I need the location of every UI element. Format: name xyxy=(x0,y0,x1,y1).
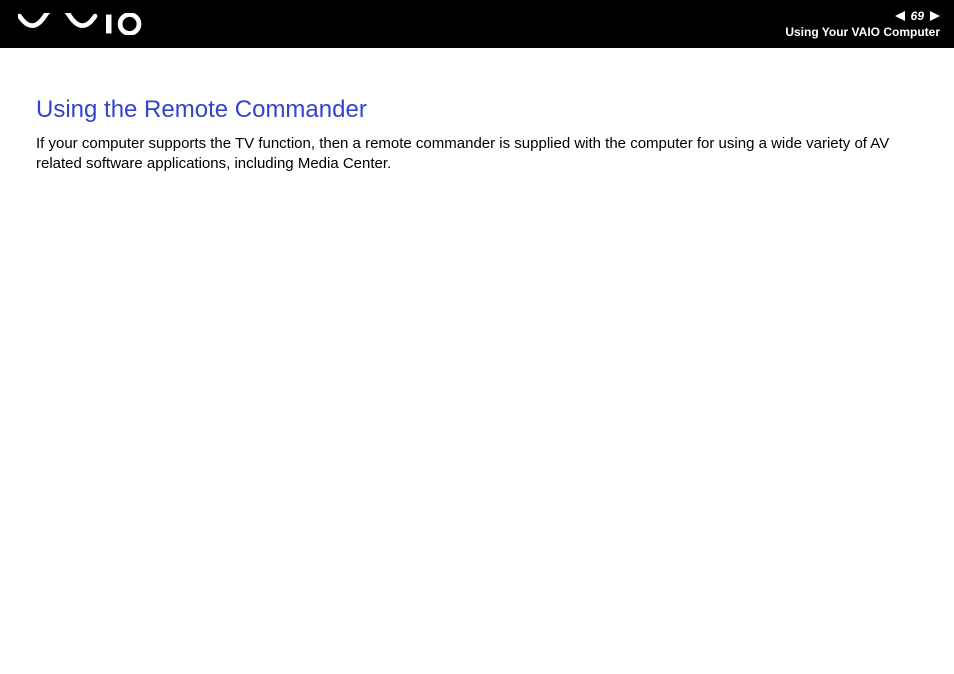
page-heading: Using the Remote Commander xyxy=(36,96,918,124)
previous-page-arrow-icon[interactable] xyxy=(895,11,905,21)
page-header: 69 Using Your VAIO Computer xyxy=(0,0,954,48)
header-right: 69 Using Your VAIO Computer xyxy=(785,9,940,39)
page-navigator: 69 xyxy=(895,9,940,23)
page-content: Using the Remote Commander If your compu… xyxy=(0,48,954,175)
page-number: 69 xyxy=(911,9,924,23)
section-label: Using Your VAIO Computer xyxy=(785,25,940,39)
next-page-arrow-icon[interactable] xyxy=(930,11,940,21)
body-paragraph: If your computer supports the TV functio… xyxy=(36,134,918,175)
vaio-logo xyxy=(18,13,144,35)
